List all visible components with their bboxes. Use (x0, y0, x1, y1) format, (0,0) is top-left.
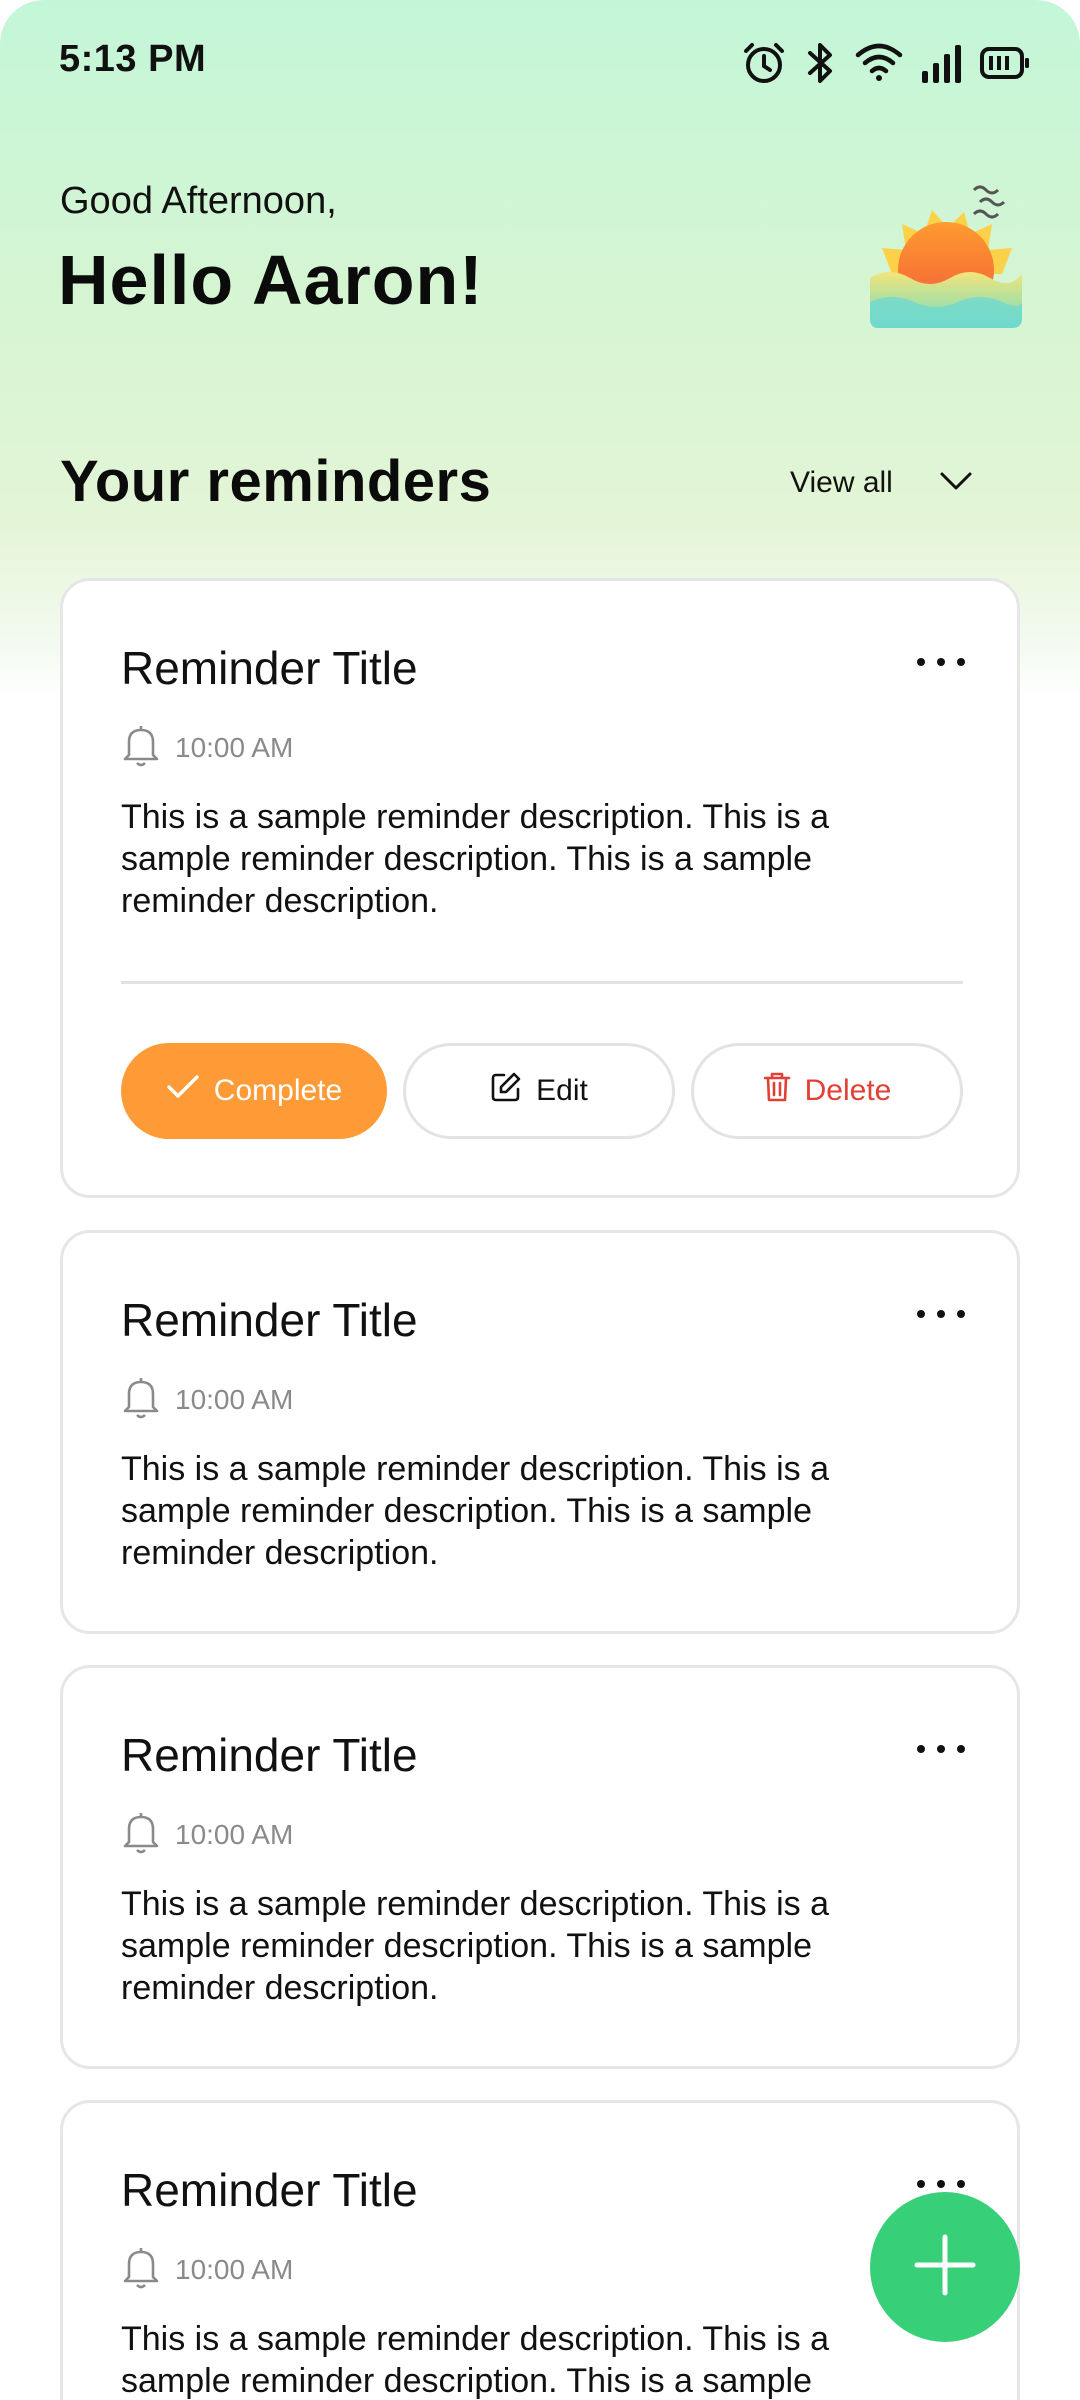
sunset-icon (862, 178, 1023, 330)
greeting-subtitle: Good Afternoon, (60, 180, 337, 222)
complete-button[interactable]: Complete (121, 1043, 387, 1139)
reminder-card[interactable]: Reminder Title 10:00 AM This is a sample… (60, 1665, 1020, 2069)
reminder-title: Reminder Title (121, 1729, 418, 1781)
bell-icon (121, 2245, 161, 2294)
reminder-description: This is a sample reminder description. T… (121, 2320, 829, 2400)
reminder-time-row: 10:00 AM (121, 2245, 293, 2294)
view-all-label: View all (790, 466, 893, 499)
reminder-description: This is a sample reminder description. T… (121, 798, 829, 920)
check-icon (166, 1074, 200, 1108)
alarm-icon (740, 39, 788, 87)
reminder-time: 10:00 AM (175, 1383, 294, 1415)
more-options-icon[interactable] (917, 1738, 965, 1760)
status-bar: 5:13 PM (0, 0, 1080, 130)
delete-label: Delete (804, 1074, 892, 1107)
trash-icon (763, 1071, 791, 1111)
more-options-icon[interactable] (917, 1303, 965, 1325)
more-options-icon[interactable] (917, 651, 965, 673)
signal-icon (922, 43, 962, 83)
reminder-card[interactable]: Reminder Title 10:00 AM This is a sample… (60, 578, 1020, 1198)
bluetooth-icon (806, 39, 836, 87)
edit-icon (490, 1071, 522, 1111)
reminder-time-row: 10:00 AM (121, 723, 293, 772)
complete-label: Complete (213, 1074, 343, 1107)
greeting-title: Hello Aaron! (58, 241, 484, 319)
divider (121, 981, 963, 984)
app-screen: 5:13 PM Good Afternoon, Hello Aaron! You… (0, 0, 1080, 2400)
add-reminder-button[interactable] (870, 2192, 1020, 2342)
wifi-icon (854, 41, 904, 85)
reminder-description: This is a sample reminder description. T… (121, 1885, 829, 2007)
reminder-time-row: 10:00 AM (121, 1375, 293, 1424)
section-title: Your reminders (60, 449, 492, 514)
reminder-title: Reminder Title (121, 1294, 418, 1346)
view-all-dropdown[interactable]: View all (790, 458, 973, 508)
bell-icon (121, 723, 161, 772)
reminder-title: Reminder Title (121, 2164, 418, 2216)
chevron-down-icon (939, 471, 973, 496)
reminder-time: 10:00 AM (175, 2253, 294, 2285)
reminder-time-row: 10:00 AM (121, 1810, 293, 1859)
battery-icon (980, 47, 1030, 79)
reminder-time: 10:00 AM (175, 731, 294, 763)
edit-button[interactable]: Edit (403, 1043, 675, 1139)
reminder-description: This is a sample reminder description. T… (121, 1450, 829, 1572)
delete-button[interactable]: Delete (691, 1043, 963, 1139)
bell-icon (121, 1375, 161, 1424)
plus-icon (913, 2233, 977, 2302)
reminder-time: 10:00 AM (175, 1818, 294, 1850)
reminder-card[interactable]: Reminder Title 10:00 AM This is a sample… (60, 1230, 1020, 1634)
reminder-title: Reminder Title (121, 642, 418, 694)
bell-icon (121, 1810, 161, 1859)
edit-label: Edit (536, 1074, 588, 1107)
status-time: 5:13 PM (59, 38, 207, 80)
status-icons (740, 38, 1030, 88)
reminder-actions: Complete Edit Delete (121, 1043, 963, 1139)
